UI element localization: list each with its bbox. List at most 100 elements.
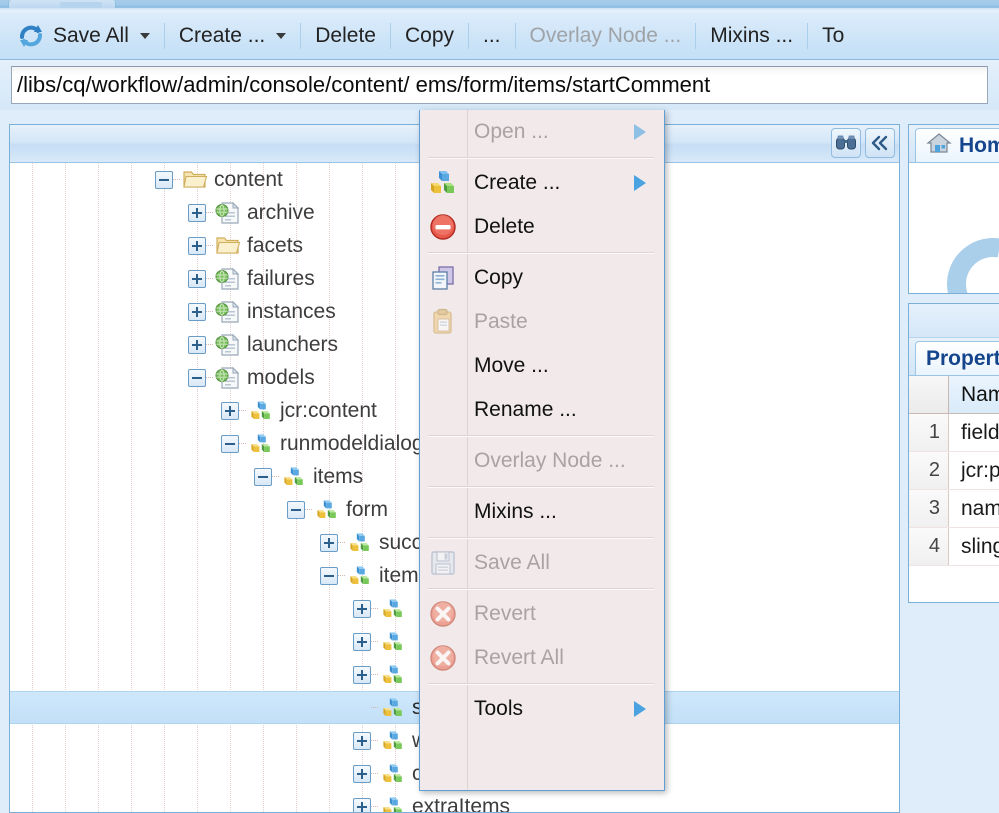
delete-icon <box>428 212 458 242</box>
tree-connector <box>338 542 345 543</box>
unstructured-node-icon <box>380 597 406 621</box>
context-menu-item-rename[interactable]: Rename ... <box>420 388 664 432</box>
context-menu-item-label: Rename ... <box>474 398 577 421</box>
context-menu-item-label: Mixins ... <box>474 500 557 523</box>
tree-node-label: extraItems <box>412 794 511 813</box>
expand-icon[interactable] <box>353 599 371 618</box>
row-number: 4 <box>909 528 949 565</box>
property-name-cell[interactable]: jcr:primaryType <box>949 452 999 489</box>
expand-icon[interactable] <box>188 203 206 222</box>
context-menu-item-copy[interactable]: Copy <box>420 256 664 300</box>
tree-panel-tools <box>831 128 895 158</box>
tree-connector <box>206 278 213 279</box>
tree-node-label: failures <box>247 266 315 290</box>
submenu-arrow-icon[interactable] <box>634 701 646 717</box>
toolbar-button-copy[interactable]: Copy <box>395 19 464 53</box>
expand-icon[interactable] <box>188 302 206 321</box>
toolbar-separator <box>163 22 165 49</box>
expand-icon[interactable] <box>353 731 371 750</box>
tab-properties[interactable]: Properties <box>915 341 999 375</box>
property-name-cell[interactable]: sling:resourceType <box>949 528 999 565</box>
context-menu-item-move[interactable]: Move ... <box>420 344 664 388</box>
chevron-down-icon[interactable] <box>276 32 287 39</box>
tree-connector <box>206 344 213 345</box>
collapse-icon[interactable] <box>254 467 272 486</box>
submenu-arrow-icon[interactable] <box>634 175 646 191</box>
property-name-cell[interactable]: name <box>949 490 999 527</box>
collapse-icon[interactable] <box>155 170 173 189</box>
tree-node-label: instances <box>247 299 336 323</box>
tree-connector <box>371 608 378 609</box>
collapse-icon[interactable] <box>287 500 305 519</box>
context-menu-item-create[interactable]: Create ... <box>420 161 664 205</box>
collapse-icon[interactable] <box>188 368 206 387</box>
expand-icon[interactable] <box>353 665 371 684</box>
expand-icon[interactable] <box>188 236 206 255</box>
context-menu-item-label: Revert All <box>474 646 564 669</box>
toolbar-separator <box>514 22 516 49</box>
tree-node-label: form <box>346 497 388 521</box>
expand-icon[interactable] <box>188 269 206 288</box>
home-icon <box>926 132 952 160</box>
tab-properties-label: Properties <box>926 346 999 370</box>
collapse-left-icon[interactable] <box>865 128 895 158</box>
context-menu-item-label: Paste <box>474 310 528 333</box>
expand-icon[interactable] <box>188 335 206 354</box>
context-menu-item-tools[interactable]: Tools <box>420 687 664 731</box>
expand-icon[interactable] <box>353 632 371 651</box>
toolbar-button-create[interactable]: Create ... <box>169 19 296 53</box>
context-menu-separator <box>420 249 664 256</box>
row-number: 2 <box>909 452 949 489</box>
submenu-arrow-icon[interactable] <box>634 124 646 140</box>
context-menu-item-mixins[interactable]: Mixins ... <box>420 490 664 534</box>
table-row[interactable]: 2jcr:primaryType <box>909 452 999 490</box>
context-menu-item-label: Open ... <box>474 120 549 143</box>
expand-icon[interactable] <box>320 533 338 552</box>
create-node-icon <box>428 168 458 198</box>
toolbar-button-save-all[interactable]: Save All <box>6 19 160 53</box>
revert-icon <box>428 599 458 629</box>
unstructured-node-icon <box>380 762 406 786</box>
context-menu-separator <box>420 432 664 439</box>
toolbar-button-overlay-node[interactable]: Overlay Node ... <box>520 19 692 53</box>
toolbar-button-mixins[interactable]: Mixins ... <box>700 19 803 53</box>
unstructured-node-icon <box>248 399 274 423</box>
path-input[interactable]: /libs/cq/workflow/admin/console/content/… <box>11 66 988 104</box>
unstructured-node-icon <box>248 432 274 456</box>
page-node-icon <box>215 333 241 357</box>
context-menu-item-delete[interactable]: Delete <box>420 205 664 249</box>
table-row[interactable]: 3name <box>909 490 999 528</box>
expand-icon[interactable] <box>353 797 371 812</box>
tree-connector <box>371 674 378 675</box>
toolbar-button-to[interactable]: To <box>812 19 854 53</box>
expand-icon[interactable] <box>221 401 239 420</box>
chevron-down-icon[interactable] <box>139 32 150 39</box>
tree-row[interactable]: extraItems <box>10 790 899 812</box>
main-toolbar: Save All Create ... Delete Copy... Overlay N… <box>0 12 999 60</box>
collapse-icon[interactable] <box>320 566 338 585</box>
tree-connector <box>206 311 213 312</box>
grid-header-name[interactable]: Name <box>949 376 999 413</box>
table-row[interactable]: 1fieldLabel <box>909 414 999 452</box>
search-icon[interactable] <box>831 128 861 158</box>
expand-icon[interactable] <box>353 764 371 783</box>
page-node-icon <box>215 267 241 291</box>
row-number: 1 <box>909 414 949 451</box>
tab-home[interactable]: Home <box>915 128 999 162</box>
right-side-panels: Home Properties Name 1fieldL <box>908 124 999 813</box>
toolbar-button-delete[interactable]: Delete <box>305 19 386 53</box>
collapse-icon[interactable] <box>221 434 239 453</box>
table-row[interactable]: 4sling:resourceType <box>909 528 999 566</box>
toolbar-button-label: Overlay Node ... <box>529 23 682 47</box>
tree-node-label: runmodeldialog <box>280 431 424 455</box>
tree-connector <box>206 377 213 378</box>
property-name-cell[interactable]: fieldLabel <box>949 414 999 451</box>
toolbar-button-[interactable]: ... <box>473 19 511 53</box>
unstructured-node-icon <box>347 531 373 555</box>
tree-connector <box>239 443 246 444</box>
tree-node-label: models <box>247 365 315 389</box>
tree-connector <box>338 575 345 576</box>
context-menu-item-label: Revert <box>474 602 536 625</box>
context-menu-item-revert-all: Revert All <box>420 636 664 680</box>
tree-connector <box>239 410 246 411</box>
